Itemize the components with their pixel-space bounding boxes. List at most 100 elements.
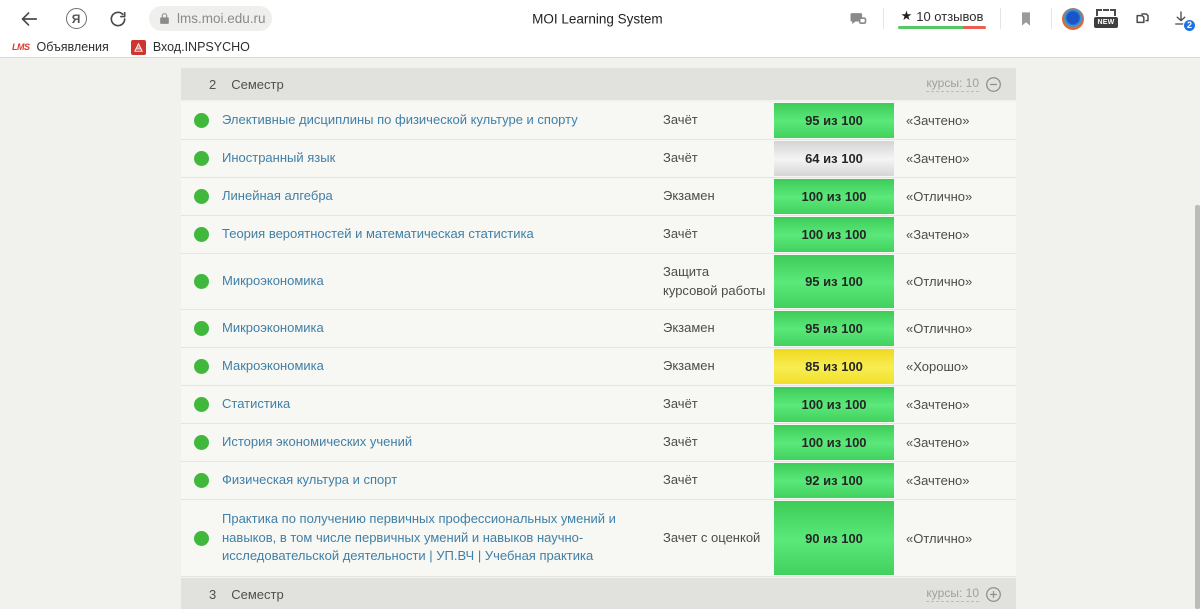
feedback-button[interactable] xyxy=(843,4,873,34)
page-title: MOI Learning System xyxy=(532,11,663,26)
downloads-count-badge: 2 xyxy=(1183,19,1196,32)
screenshot-tool-icon[interactable]: NEW xyxy=(1094,9,1118,28)
bookmark-button[interactable] xyxy=(1011,4,1041,34)
course-name-cell: История экономических учений xyxy=(222,424,663,461)
score-badge: 90 из 100 xyxy=(774,501,894,575)
score-cell: 90 из 100 xyxy=(774,500,894,576)
table-row: Микроэкономика Защита курсовой работы 95… xyxy=(181,254,1016,310)
status-cell xyxy=(181,102,222,139)
control-type-cell: Экзамен xyxy=(663,178,774,215)
inpsycho-favicon xyxy=(131,40,146,55)
courses-count-link[interactable]: курсы: 10 xyxy=(926,586,979,602)
course-name-cell: Практика по получению первичных професси… xyxy=(222,500,663,576)
course-status-dot xyxy=(194,227,209,242)
grade-text: «Зачтено» xyxy=(906,151,969,166)
table-row: Линейная алгебра Экзамен 100 из 100 «Отл… xyxy=(181,178,1016,216)
semester-grades-section: 2 Семестр курсы: 10 Элективные дисциплин… xyxy=(181,68,1016,609)
course-status-dot xyxy=(194,321,209,336)
status-cell xyxy=(181,462,222,499)
grade-cell: «Зачтено» xyxy=(894,386,1016,423)
status-cell xyxy=(181,254,222,309)
grade-cell: «Зачтено» xyxy=(894,140,1016,177)
status-cell xyxy=(181,386,222,423)
course-name-cell: Линейная алгебра xyxy=(222,178,663,215)
control-type: Экзамен xyxy=(663,319,715,338)
grade-cell: «Отлично» xyxy=(894,310,1016,347)
grades-table: Элективные дисциплины по физической куль… xyxy=(181,102,1016,577)
downloads-button[interactable]: 2 xyxy=(1168,5,1194,33)
course-status-dot xyxy=(194,151,209,166)
control-type: Зачёт xyxy=(663,395,698,414)
collapse-semester-icon[interactable] xyxy=(985,76,1002,93)
course-link[interactable]: Иностранный язык xyxy=(222,149,335,168)
bookmark-item-announcements[interactable]: LMS Объявления xyxy=(12,40,109,54)
table-row: Практика по получению первичных професси… xyxy=(181,500,1016,577)
back-arrow-icon xyxy=(18,8,40,30)
status-cell xyxy=(181,348,222,385)
grade-text: «Зачтено» xyxy=(906,227,969,242)
score-badge: 95 из 100 xyxy=(774,311,894,346)
course-link[interactable]: Микроэкономика xyxy=(222,272,324,291)
grade-cell: «Отлично» xyxy=(894,178,1016,215)
semester-3-header: 3 Семестр курсы: 10 xyxy=(181,578,1016,609)
control-type-cell: Экзамен xyxy=(663,310,774,347)
score-cell: 100 из 100 xyxy=(774,178,894,215)
expand-semester-icon[interactable] xyxy=(985,586,1002,603)
collections-button[interactable] xyxy=(1128,4,1158,34)
control-type-cell: Зачёт xyxy=(663,140,774,177)
bookmark-label: Объявления xyxy=(37,40,109,54)
control-type-cell: Зачет с оценкой xyxy=(663,500,774,576)
score-badge: 95 из 100 xyxy=(774,255,894,308)
status-cell xyxy=(181,424,222,461)
status-cell xyxy=(181,500,222,576)
score-badge: 100 из 100 xyxy=(774,217,894,252)
grade-cell: «Отлично» xyxy=(894,254,1016,309)
score-badge: 100 из 100 xyxy=(774,387,894,422)
course-link[interactable]: История экономических учений xyxy=(222,433,412,452)
score-cell: 100 из 100 xyxy=(774,424,894,461)
back-button[interactable] xyxy=(14,4,44,34)
table-row: Физическая культура и спорт Зачёт 92 из … xyxy=(181,462,1016,500)
table-row: Элективные дисциплины по физической куль… xyxy=(181,102,1016,140)
score-badge: 100 из 100 xyxy=(774,179,894,214)
control-type: Зачёт xyxy=(663,225,698,244)
course-link[interactable]: Теория вероятностей и математическая ста… xyxy=(222,225,534,244)
yandex-home-button[interactable]: Я xyxy=(61,4,91,34)
grade-text: «Зачтено» xyxy=(906,473,969,488)
grade-cell: «Зачтено» xyxy=(894,424,1016,461)
course-link[interactable]: Элективные дисциплины по физической куль… xyxy=(222,111,578,130)
course-link[interactable]: Практика по получению первичных професси… xyxy=(222,510,643,567)
refresh-button[interactable] xyxy=(103,4,133,34)
grade-text: «Зачтено» xyxy=(906,435,969,450)
refresh-icon xyxy=(108,9,128,29)
grade-text: «Отлично» xyxy=(906,531,972,546)
course-status-dot xyxy=(194,274,209,289)
course-link[interactable]: Линейная алгебра xyxy=(222,187,333,206)
control-type-cell: Зачёт xyxy=(663,386,774,423)
course-name-cell: Элективные дисциплины по физической куль… xyxy=(222,102,663,139)
course-link[interactable]: Статистика xyxy=(222,395,290,414)
course-name-cell: Макроэкономика xyxy=(222,348,663,385)
grade-cell: «Хорошо» xyxy=(894,348,1016,385)
bookmark-item-inpsycho[interactable]: Вход.INPSYCHO xyxy=(131,40,250,55)
address-bar[interactable]: lms.moi.edu.ru xyxy=(149,6,272,31)
score-cell: 64 из 100 xyxy=(774,140,894,177)
lock-icon xyxy=(158,12,171,25)
course-name-cell: Физическая культура и спорт xyxy=(222,462,663,499)
course-link[interactable]: Макроэкономика xyxy=(222,357,324,376)
control-type: Зачёт xyxy=(663,471,698,490)
score-badge: 100 из 100 xyxy=(774,425,894,460)
table-row: Статистика Зачёт 100 из 100 «Зачтено» xyxy=(181,386,1016,424)
table-row: История экономических учений Зачёт 100 и… xyxy=(181,424,1016,462)
table-row: Иностранный язык Зачёт 64 из 100 «Зачтен… xyxy=(181,140,1016,178)
course-link[interactable]: Микроэкономика xyxy=(222,319,324,338)
courses-count-link[interactable]: курсы: 10 xyxy=(926,76,979,92)
course-link[interactable]: Физическая культура и спорт xyxy=(222,471,397,490)
table-row: Микроэкономика Экзамен 95 из 100 «Отличн… xyxy=(181,310,1016,348)
control-type: Зачёт xyxy=(663,433,698,452)
vertical-scrollbar-thumb[interactable] xyxy=(1195,205,1200,609)
status-cell xyxy=(181,310,222,347)
score-cell: 100 из 100 xyxy=(774,216,894,253)
reviews-button[interactable]: ★ 10 отзывов xyxy=(894,8,990,29)
extension-browser-icon[interactable] xyxy=(1062,8,1084,30)
